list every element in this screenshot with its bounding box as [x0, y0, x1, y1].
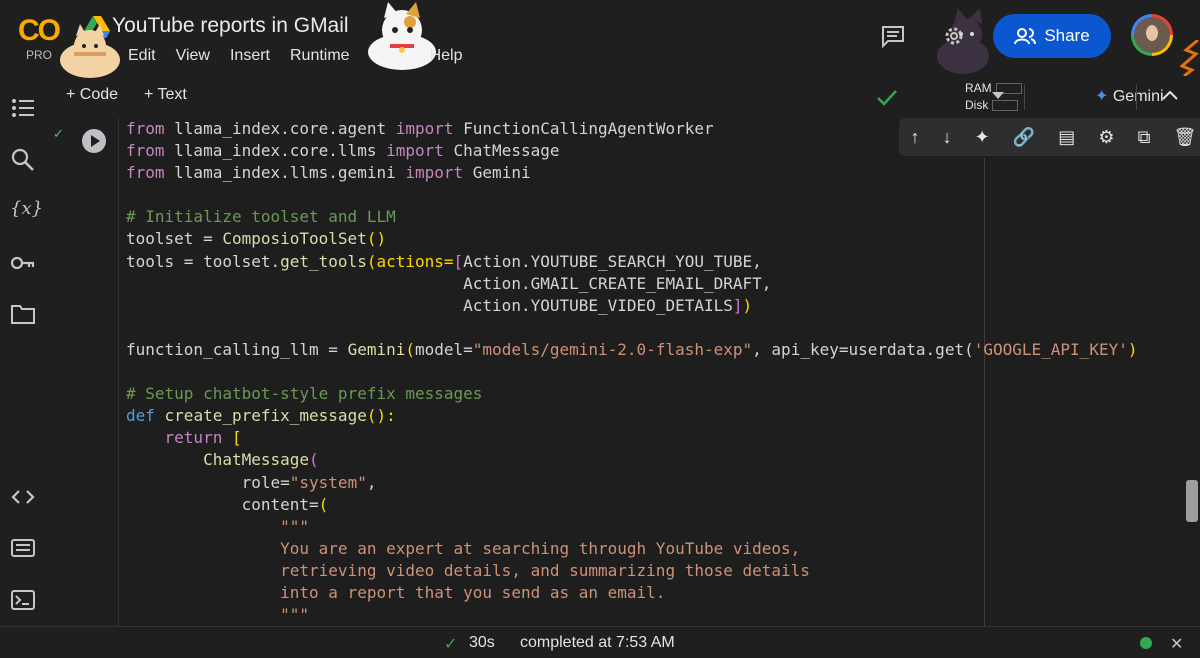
- left-sidebar: {x}: [0, 80, 46, 630]
- disk-label: Disk: [965, 98, 989, 112]
- caret-down-icon[interactable]: [992, 92, 1004, 100]
- status-completed: completed at 7:53 AM: [520, 634, 675, 651]
- trash-icon[interactable]: 🗑: [1174, 127, 1197, 148]
- mirror-cell-icon[interactable]: ⧉: [1138, 127, 1151, 148]
- command-palette-icon[interactable]: [10, 535, 36, 561]
- terminal-icon[interactable]: [10, 587, 36, 613]
- cell-toolbar: ↑ ↓ ✦ 🔗 ▤ ⚙ ⧉ 🗑 ⋮: [899, 118, 1200, 156]
- variables-icon[interactable]: {x}: [10, 196, 43, 222]
- notebook-title[interactable]: YouTube reports in GMail: [112, 14, 349, 38]
- toolbar-divider: [1024, 84, 1025, 110]
- close-icon[interactable]: ✕: [1170, 634, 1183, 654]
- cell-gutter: ✓: [46, 118, 118, 626]
- search-icon[interactable]: [10, 147, 36, 173]
- code-cell[interactable]: ✓ from llama_index.core.agent import Fun…: [46, 118, 1200, 626]
- decoration-icon: [1180, 40, 1199, 76]
- key-icon[interactable]: [10, 250, 36, 276]
- share-button[interactable]: Share: [993, 14, 1111, 58]
- page-scrollbar[interactable]: [1186, 480, 1198, 522]
- code-text[interactable]: from llama_index.core.agent import Funct…: [126, 118, 1137, 626]
- menu-edit[interactable]: Edit: [128, 47, 156, 65]
- code-snippets-icon[interactable]: [10, 484, 36, 510]
- link-icon[interactable]: 🔗: [1013, 127, 1035, 148]
- gemini-sparkle-icon: ✦: [1095, 88, 1109, 105]
- disk-bar: [992, 100, 1019, 112]
- executed-check-icon: ✓: [53, 126, 64, 141]
- header: CO PRO YouTube reports in GMail Edit Vie…: [0, 0, 1200, 80]
- avatar-face: [1146, 25, 1158, 41]
- menu-bar: Edit View Insert Runtime Help: [128, 47, 462, 65]
- add-code-button[interactable]: + Code: [66, 86, 118, 104]
- toolbar-divider: [1136, 84, 1137, 110]
- people-icon: [1014, 28, 1037, 45]
- status-duration: 30s: [469, 634, 495, 651]
- menu-spacer: [370, 47, 410, 65]
- logo-pro-label: PRO: [26, 48, 53, 62]
- gear-icon[interactable]: ⚙: [1098, 127, 1114, 148]
- comment-icon[interactable]: ▤: [1058, 127, 1075, 148]
- collapse-chevron-icon[interactable]: [1162, 90, 1178, 100]
- gemini-button[interactable]: ✦ Gemini: [1095, 86, 1164, 106]
- menu-help[interactable]: Help: [430, 47, 463, 65]
- connected-check-icon: [877, 90, 897, 106]
- notebook-toolbar: + Code + Text RAM Disk ✦ Gemini: [50, 80, 1200, 120]
- gemini-sparkle-icon[interactable]: ✦: [975, 127, 990, 148]
- menu-insert[interactable]: Insert: [230, 47, 270, 65]
- status-bar: ✓ 30s completed at 7:53 AM ✕: [0, 626, 1200, 658]
- menu-view[interactable]: View: [176, 47, 210, 65]
- gemini-label: Gemini: [1112, 88, 1164, 105]
- share-label: Share: [1044, 26, 1090, 45]
- code-editor[interactable]: from llama_index.core.agent import Funct…: [118, 118, 1200, 626]
- ram-label: RAM: [965, 81, 992, 95]
- avatar[interactable]: [1131, 14, 1173, 56]
- add-text-button[interactable]: + Text: [144, 86, 187, 104]
- folder-icon[interactable]: [10, 301, 36, 327]
- toc-icon[interactable]: [10, 95, 36, 121]
- status-dot: [1140, 637, 1152, 649]
- status-check-icon: ✓: [444, 636, 458, 653]
- arrow-down-icon[interactable]: ↓: [943, 127, 952, 148]
- menu-runtime[interactable]: Runtime: [290, 47, 350, 65]
- arrow-up-icon[interactable]: ↑: [911, 127, 920, 148]
- comment-icon[interactable]: [880, 24, 906, 48]
- cat-sticker-icon: [60, 24, 120, 78]
- run-cell-button[interactable]: [82, 129, 106, 153]
- avatar-photo: [1134, 17, 1170, 53]
- settings-icon[interactable]: [942, 24, 966, 48]
